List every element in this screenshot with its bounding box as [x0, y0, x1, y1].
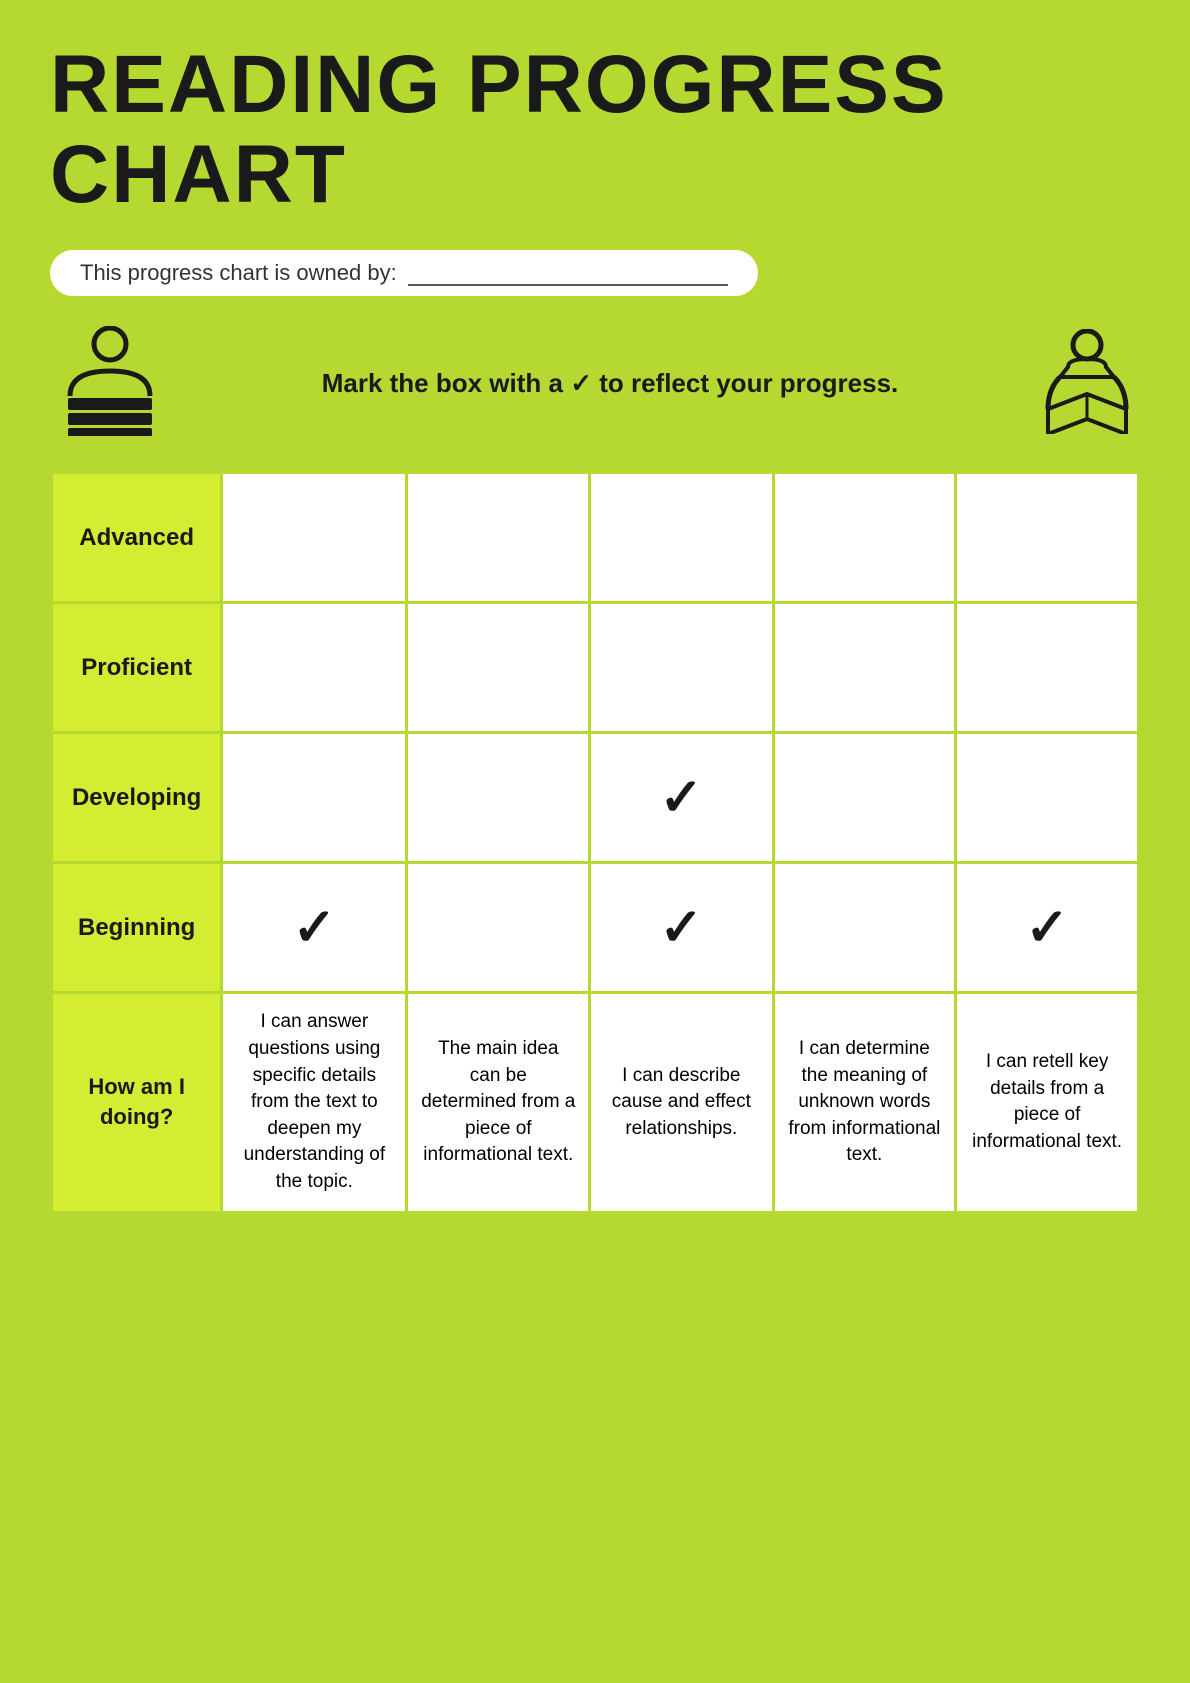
label-proficient: Proficient — [52, 603, 222, 733]
cell-advanced-5[interactable] — [956, 473, 1139, 603]
label-advanced: Advanced — [52, 473, 222, 603]
reader-icon — [1040, 329, 1140, 439]
cell-proficient-3[interactable] — [590, 603, 773, 733]
owner-line — [408, 284, 728, 286]
cell-advanced-1[interactable] — [222, 473, 407, 603]
cell-beginning-2[interactable] — [407, 863, 590, 993]
label-beginning: Beginning — [52, 863, 222, 993]
row-developing: Developing ✓ — [52, 733, 1139, 863]
cell-beginning-1[interactable]: ✓ — [222, 863, 407, 993]
cell-beginning-5[interactable]: ✓ — [956, 863, 1139, 993]
cell-beginning-4[interactable] — [773, 863, 956, 993]
teacher-icon — [50, 326, 180, 441]
page-title: READING PROGRESS CHART — [50, 40, 1140, 220]
desc-2: The main idea can be determined from a p… — [407, 993, 590, 1212]
cell-proficient-1[interactable] — [222, 603, 407, 733]
cell-developing-4[interactable] — [773, 733, 956, 863]
cell-proficient-4[interactable] — [773, 603, 956, 733]
label-developing: Developing — [52, 733, 222, 863]
check-beginning-5: ✓ — [1025, 899, 1069, 957]
cell-developing-2[interactable] — [407, 733, 590, 863]
check-beginning-3: ✓ — [660, 899, 704, 957]
icons-instruction-row: Mark the box with a ✓ to reflect your pr… — [50, 326, 1140, 441]
cell-proficient-2[interactable] — [407, 603, 590, 733]
check-beginning-1: ✓ — [293, 899, 337, 957]
cell-beginning-3[interactable]: ✓ — [590, 863, 773, 993]
row-advanced: Advanced — [52, 473, 1139, 603]
cell-advanced-2[interactable] — [407, 473, 590, 603]
desc-4: I can determine the meaning of unknown w… — [773, 993, 956, 1212]
row-beginning: Beginning ✓ ✓ ✓ — [52, 863, 1139, 993]
cell-advanced-3[interactable] — [590, 473, 773, 603]
check-developing-3: ✓ — [660, 769, 704, 827]
cell-advanced-4[interactable] — [773, 473, 956, 603]
label-how: How am I doing? — [52, 993, 222, 1212]
owner-bar: This progress chart is owned by: — [50, 250, 758, 296]
instruction-text: Mark the box with a ✓ to reflect your pr… — [180, 368, 1040, 399]
desc-5: I can retell key details from a piece of… — [956, 993, 1139, 1212]
desc-3: I can describe cause and effect relation… — [590, 993, 773, 1212]
desc-1: I can answer questions using specific de… — [222, 993, 407, 1212]
cell-developing-3[interactable]: ✓ — [590, 733, 773, 863]
cell-proficient-5[interactable] — [956, 603, 1139, 733]
row-proficient: Proficient — [52, 603, 1139, 733]
cell-developing-5[interactable] — [956, 733, 1139, 863]
progress-table: Advanced Proficient Developing ✓ Beginni… — [50, 471, 1140, 1213]
row-how: How am I doing? I can answer questions u… — [52, 993, 1139, 1212]
cell-developing-1[interactable] — [222, 733, 407, 863]
owner-label: This progress chart is owned by: — [80, 260, 397, 285]
